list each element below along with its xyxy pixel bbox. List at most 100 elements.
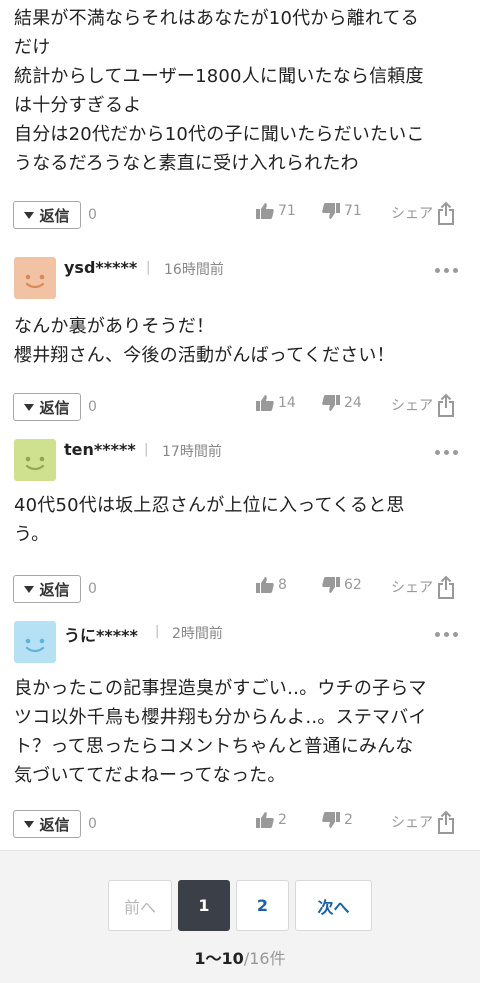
username[interactable]: うに***** [64, 622, 138, 646]
page-2-button[interactable]: 2 [236, 880, 289, 931]
dislike-button[interactable]: 24 [322, 395, 362, 411]
caret-down-icon [24, 820, 35, 828]
dot-icon [435, 632, 440, 637]
comment-line: なんか裏がありそうだ！ [14, 316, 215, 337]
comment-actions: 返信 0 71 71 シェア [0, 191, 480, 249]
thumbs-down-icon [322, 577, 340, 593]
dot-icon [453, 450, 458, 455]
avatar[interactable] [14, 621, 56, 663]
username[interactable]: ten***** [64, 440, 136, 459]
comment-line: は十分すぎるよ [14, 95, 142, 116]
like-button[interactable]: 71 [256, 203, 296, 219]
result-count: 1〜10/16件 [0, 945, 480, 969]
comment-line: う。 [14, 524, 50, 545]
caret-down-icon [24, 585, 35, 593]
reply-label: 返信 [39, 580, 70, 599]
timestamp: 16時間前 [164, 262, 224, 278]
username[interactable]: ysd***** [64, 258, 137, 277]
reply-label: 返信 [39, 398, 70, 417]
comment-text: 結果が不満ならそれはあなたが10代から離れてる だけ 統計からしてユーザー180… [0, 4, 480, 178]
like-button[interactable]: 2 [256, 812, 287, 828]
like-count: 2 [278, 812, 287, 828]
reply-count: 0 [88, 399, 97, 415]
separator: | [155, 624, 160, 639]
comment-line: ト？って思ったらコメントちゃんと普通にみんな [14, 736, 414, 757]
avatar[interactable] [14, 439, 56, 481]
comment-line: 統計からしてユーザー1800人に聞いたなら信頼度 [14, 66, 424, 87]
reply-label: 返信 [39, 815, 70, 834]
avatar[interactable] [14, 257, 56, 299]
caret-down-icon [24, 403, 35, 411]
comment-line: 櫻井翔さん、今後の活動がんばってください！ [14, 345, 395, 366]
like-count: 8 [278, 577, 287, 593]
caret-down-icon [24, 211, 35, 219]
comment-item: ysd***** | 16時間前 なんか裏がありそうだ！ 櫻井翔さん、今後の活動… [0, 243, 480, 426]
share-icon [438, 810, 454, 834]
result-total: /16件 [243, 949, 286, 968]
timestamp: 2時間前 [172, 626, 223, 642]
dot-icon [453, 268, 458, 273]
thumbs-up-icon [256, 395, 274, 411]
comment-header: うに***** | 2時間前 [0, 607, 480, 663]
dot-icon [435, 268, 440, 273]
share-label: シェア [391, 398, 433, 414]
like-button[interactable]: 14 [256, 395, 296, 411]
dislike-button[interactable]: 62 [322, 577, 362, 593]
timestamp: 17時間前 [162, 444, 222, 460]
share-button[interactable]: シェア [391, 810, 455, 834]
share-label: シェア [391, 815, 433, 831]
comment-line: 結果が不満ならそれはあなたが10代から離れてる [14, 8, 419, 29]
reply-button[interactable]: 返信 [13, 393, 81, 421]
like-count: 14 [278, 395, 296, 411]
reply-count: 0 [88, 581, 97, 597]
pagination: 前へ 1 2 次へ 1〜10/16件 [0, 850, 480, 983]
thumbs-up-icon [256, 577, 274, 593]
comment-line: 40代50代は坂上忍さんが上位に入ってくると思 [14, 495, 405, 516]
smiley-face-icon [25, 638, 45, 653]
share-icon [438, 575, 454, 599]
comment-item: 結果が不満ならそれはあなたが10代から離れてる だけ 統計からしてユーザー180… [0, 0, 480, 244]
reply-button[interactable]: 返信 [13, 575, 81, 603]
reply-count: 0 [88, 207, 97, 223]
comment-item: ten***** | 17時間前 40代50代は坂上忍さんが上位に入ってくると思… [0, 425, 480, 608]
comment-line: うなるだろうなと素直に受け入れられたわ [14, 153, 359, 174]
dislike-button[interactable]: 2 [322, 812, 353, 828]
separator: | [144, 442, 149, 457]
dislike-button[interactable]: 71 [322, 203, 362, 219]
result-range: 1〜10 [194, 949, 244, 968]
smiley-face-icon [25, 456, 45, 471]
comment-line: 気づいててだよねーってなった。 [14, 765, 286, 786]
comment-text: 40代50代は坂上忍さんが上位に入ってくると思 う。 [0, 491, 419, 549]
dot-icon [444, 632, 449, 637]
prev-page-button[interactable]: 前へ [108, 880, 172, 931]
comment-line: ツコ以外千鳥も櫻井翔も分からんよ‥。ステマバイ [14, 707, 427, 728]
reply-button[interactable]: 返信 [13, 810, 81, 838]
thumbs-up-icon [256, 812, 274, 828]
comment-line: だけ [14, 37, 51, 58]
comment-line: 良かったこの記事捏造臭がすごい‥。ウチの子らマ [14, 678, 427, 699]
separator: | [146, 260, 151, 275]
comment-text: 良かったこの記事捏造臭がすごい‥。ウチの子らマ ツコ以外千鳥も櫻井翔も分からんよ… [0, 674, 441, 790]
comment-header: ten***** | 17時間前 [0, 425, 480, 481]
more-options-button[interactable] [435, 450, 458, 455]
more-options-button[interactable] [435, 268, 458, 273]
share-icon [438, 201, 454, 225]
dot-icon [435, 450, 440, 455]
next-page-button[interactable]: 次へ [295, 880, 372, 931]
page-1-button[interactable]: 1 [178, 880, 230, 931]
like-button[interactable]: 8 [256, 577, 287, 593]
like-count: 71 [278, 203, 296, 219]
dot-icon [444, 450, 449, 455]
share-button[interactable]: シェア [391, 575, 455, 599]
reply-count: 0 [88, 816, 97, 832]
thumbs-down-icon [322, 203, 340, 219]
share-button[interactable]: シェア [391, 393, 455, 417]
more-options-button[interactable] [435, 632, 458, 637]
thumbs-up-icon [256, 203, 274, 219]
reply-button[interactable]: 返信 [13, 201, 81, 229]
dot-icon [453, 632, 458, 637]
share-button[interactable]: シェア [391, 201, 455, 225]
comment-line: 自分は20代だから10代の子に聞いたらだいたいこ [14, 124, 425, 145]
smiley-face-icon [25, 274, 45, 289]
comment-text: なんか裏がありそうだ！ 櫻井翔さん、今後の活動がんばってください！ [0, 312, 409, 370]
